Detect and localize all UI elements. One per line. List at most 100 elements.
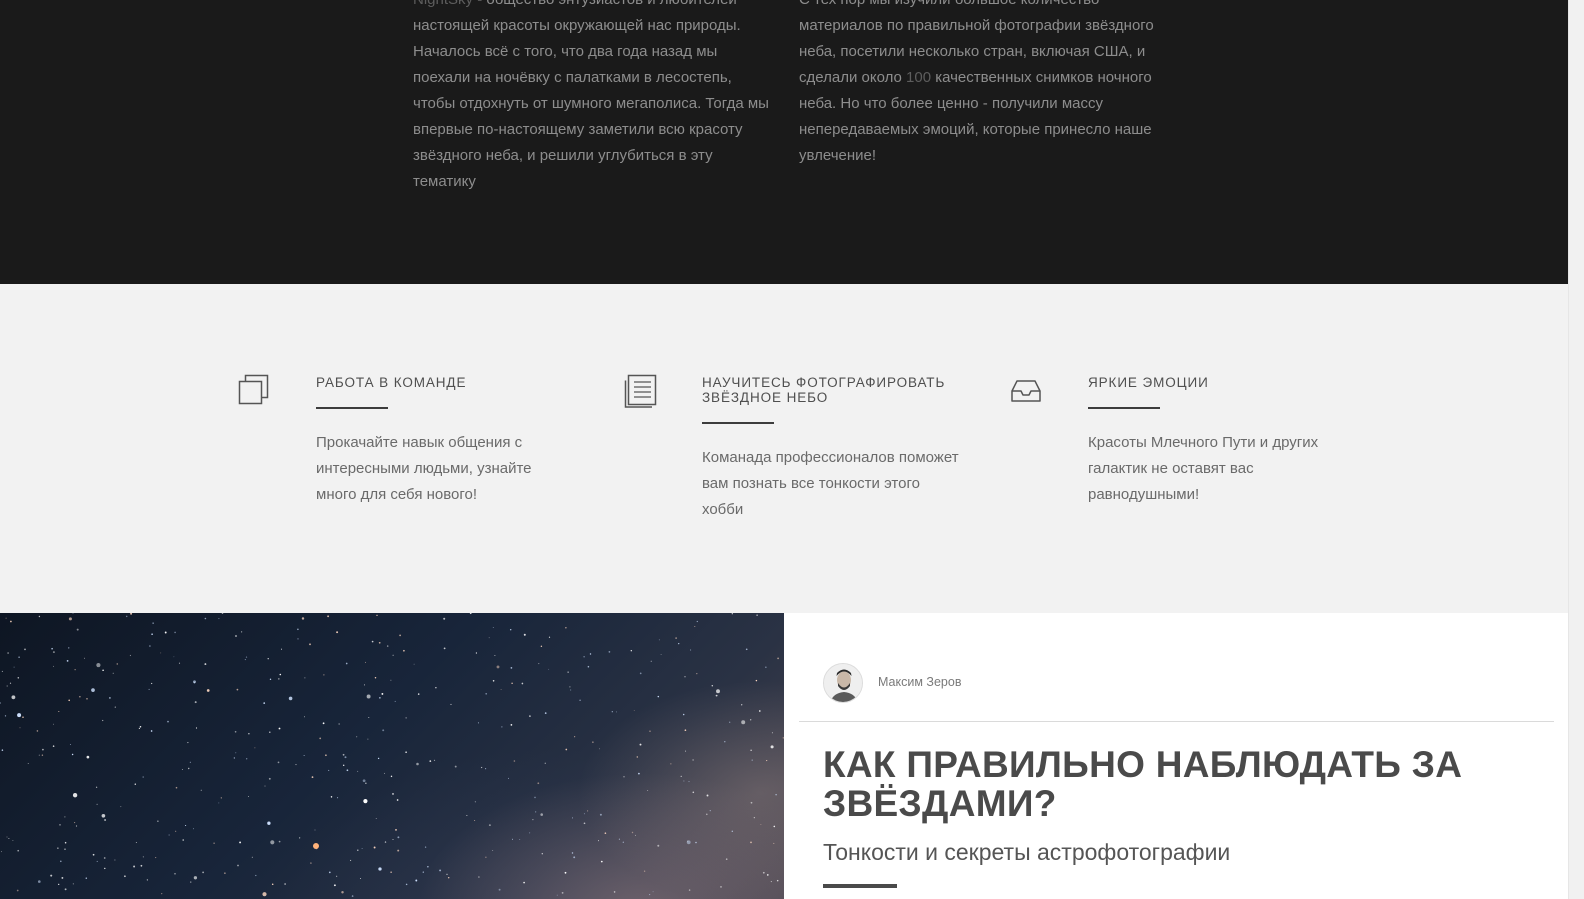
star [692,791,695,794]
star [567,671,569,673]
star [541,853,543,855]
star [538,663,540,665]
star [618,838,620,840]
document-icon [624,374,658,408]
star [60,860,62,863]
star [534,796,536,799]
star [75,825,78,827]
star [72,883,74,885]
star [129,654,131,657]
star [600,860,603,863]
star [74,669,76,671]
star [297,628,299,631]
star [174,872,176,875]
star [64,848,66,850]
star [157,820,159,822]
star [587,665,590,668]
star [675,637,677,639]
star [328,769,330,771]
star [278,840,281,843]
star [435,687,437,689]
star [688,889,691,891]
star [235,752,237,754]
star [523,881,525,884]
star [521,682,524,685]
star [233,757,235,759]
star [10,620,12,623]
star [583,822,586,825]
star [692,759,694,761]
star [114,859,116,861]
star [711,684,714,687]
star [397,836,400,839]
star [454,765,457,768]
star [193,828,195,830]
article-card[interactable]: Максим Зеров Как правильно наблюдать за … [784,613,1568,899]
star [598,840,599,842]
star [478,876,480,878]
star [403,649,405,652]
star [187,742,189,744]
star [513,760,516,762]
star [377,757,380,760]
star [519,839,521,840]
star [299,837,301,839]
article-title[interactable]: Как правильно наблюдать за звёздами? [823,745,1543,823]
star [565,748,568,751]
star [234,730,237,733]
star [599,748,601,750]
star [720,886,722,888]
author-name[interactable]: Максим Зеров [878,675,961,689]
author-avatar[interactable] [823,663,863,703]
star [443,617,446,620]
star [405,751,407,753]
star [649,894,651,896]
star [622,841,624,843]
star [164,631,167,634]
feature-divider [1088,407,1160,409]
star [466,815,468,816]
star [254,747,256,749]
star [529,715,531,717]
star [544,712,547,714]
star [114,706,116,708]
star [494,654,496,657]
star [390,871,392,873]
star [569,686,571,688]
star [85,877,88,879]
star [53,723,54,725]
star [649,730,651,732]
star [396,799,399,801]
star [58,710,60,713]
star [485,856,487,858]
star [741,704,743,706]
star [592,741,594,743]
star [1,749,4,751]
star [511,682,513,684]
star [6,685,8,687]
star [751,759,753,761]
star [770,745,774,749]
star [239,841,242,844]
star [378,641,381,644]
star [240,631,243,633]
star [359,878,361,879]
star [38,615,41,618]
star [379,697,381,699]
photo-count: 100 [906,69,932,86]
star [284,883,286,885]
star [69,743,71,745]
star [104,819,107,821]
star [561,891,564,894]
star [64,841,67,844]
star [574,736,576,738]
star [474,820,476,822]
star [304,677,306,679]
star [773,842,775,844]
star [182,839,184,841]
page-scrollbar[interactable] [1568,0,1584,899]
star [204,663,207,666]
star [345,662,348,665]
star [696,620,698,623]
star [19,727,21,729]
